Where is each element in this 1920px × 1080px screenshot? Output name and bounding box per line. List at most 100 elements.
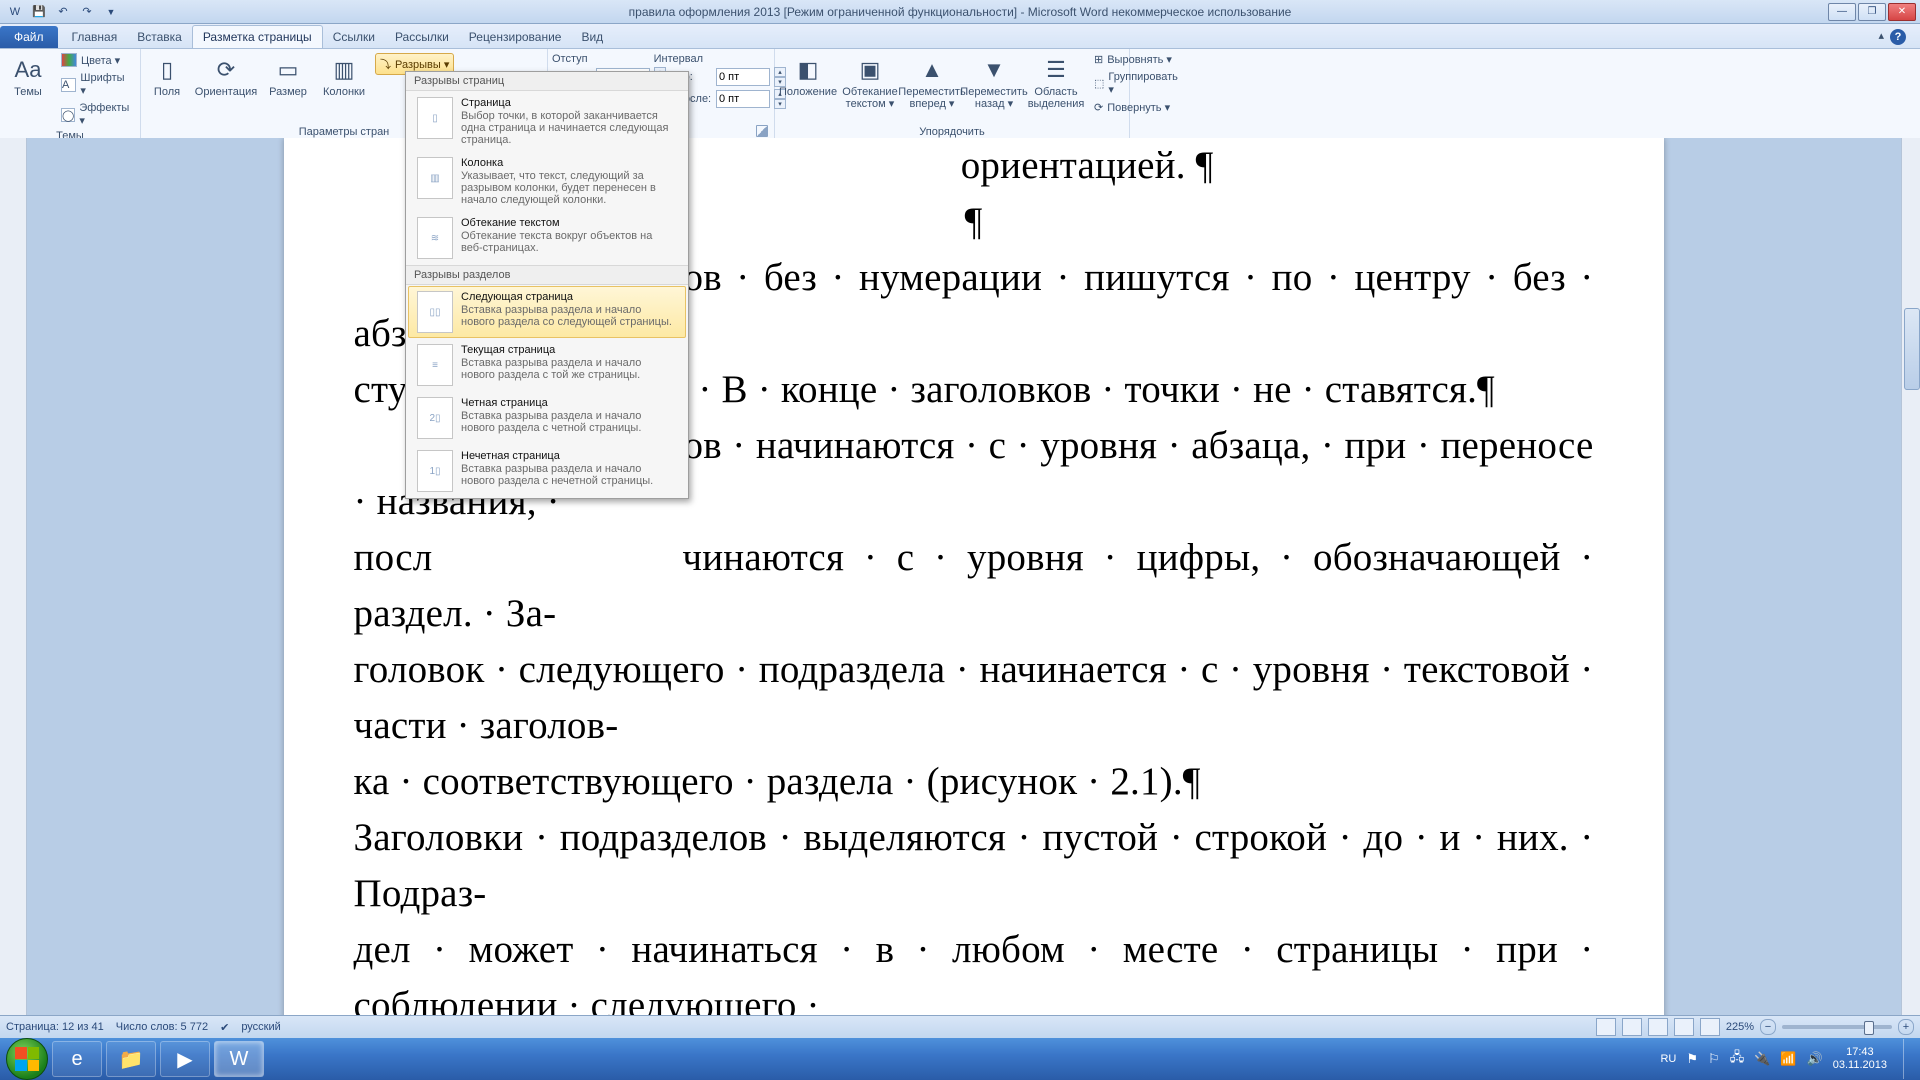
ribbon-tabs: Файл Главная Вставка Разметка страницы С… — [0, 24, 1920, 49]
dd-item-even-page[interactable]: 2▯Четная страницаВставка разрыва раздела… — [408, 392, 686, 444]
odd-page-section-icon: 1▯ — [417, 450, 453, 492]
text-wrap-icon: ≋ — [417, 217, 453, 259]
outline-view-button[interactable] — [1674, 1018, 1694, 1036]
vertical-ruler[interactable] — [0, 138, 27, 1058]
dd-item-column[interactable]: ▥КолонкаУказывает, что текст, следующий … — [408, 152, 686, 211]
dd-item-continuous[interactable]: ≡Текущая страницаВставка разрыва раздела… — [408, 339, 686, 391]
zoom-level[interactable]: 225% — [1726, 1021, 1754, 1033]
draft-view-button[interactable] — [1700, 1018, 1720, 1036]
themes-button[interactable]: AaТемы — [4, 51, 52, 101]
start-button[interactable] — [6, 1038, 48, 1080]
tab-insert[interactable]: Вставка — [127, 26, 192, 48]
window-title: правила оформления 2013 [Режим ограничен… — [0, 5, 1920, 19]
help-icon[interactable]: ? — [1890, 29, 1906, 45]
spacing-header: Интервал — [654, 53, 703, 65]
tray-network-icon[interactable]: 🖧 — [1730, 1048, 1745, 1070]
selection-pane-button[interactable]: ☰Область выделения — [1027, 51, 1085, 113]
doc-line: посл — [354, 536, 433, 579]
proofing-icon[interactable]: ✔ — [220, 1021, 229, 1034]
doc-line: ориентацией. ¶ — [961, 144, 1214, 187]
task-explorer[interactable]: 📁 — [106, 1041, 156, 1077]
dd-header-page-breaks: Разрывы страниц — [406, 72, 688, 91]
show-desktop-button[interactable] — [1903, 1039, 1914, 1079]
zoom-in-button[interactable]: + — [1898, 1019, 1914, 1035]
space-after-input[interactable] — [716, 90, 770, 108]
tray-lang[interactable]: RU — [1660, 1053, 1676, 1065]
window-controls: — ❐ ✕ — [1828, 3, 1916, 21]
title-bar: W 💾 ↶ ↷ ▼ правила оформления 2013 [Режим… — [0, 0, 1920, 24]
save-icon[interactable]: 💾 — [28, 2, 50, 22]
position-button[interactable]: ◧Положение — [779, 51, 837, 101]
rotate-button[interactable]: ⟳Повернуть ▾ — [1089, 99, 1183, 116]
margins-button[interactable]: ▯Поля — [145, 51, 189, 101]
dd-item-odd-page[interactable]: 1▯Нечетная страницаВставка разрыва разде… — [408, 445, 686, 497]
align-icon: ⊞ — [1094, 53, 1103, 66]
indent-header: Отступ — [552, 53, 588, 65]
dd-item-text-wrap[interactable]: ≋Обтекание текстомОбтекание текста вокру… — [408, 212, 686, 264]
status-page[interactable]: Страница: 12 из 41 — [6, 1021, 104, 1033]
doc-line: дел · может · начинаться · в · любом · м… — [354, 928, 1594, 1027]
tab-view[interactable]: Вид — [571, 26, 613, 48]
even-page-section-icon: 2▯ — [417, 397, 453, 439]
size-button[interactable]: ▭Размер — [263, 51, 313, 101]
columns-button[interactable]: ▥Колонки — [317, 51, 371, 101]
doc-line: чинаются · с · уровня · цифры, · обознач… — [354, 536, 1594, 635]
theme-colors-button[interactable]: Цвета ▾ — [56, 51, 136, 69]
minimize-button[interactable]: — — [1828, 3, 1856, 21]
vertical-scrollbar[interactable] — [1901, 138, 1920, 1016]
print-layout-view-button[interactable] — [1596, 1018, 1616, 1036]
tab-review[interactable]: Рецензирование — [459, 26, 572, 48]
web-layout-view-button[interactable] — [1648, 1018, 1668, 1036]
word-icon[interactable]: W — [4, 2, 26, 22]
minimize-ribbon-icon[interactable]: ▴ — [1878, 29, 1884, 45]
breaks-icon: ⤵ — [380, 56, 391, 72]
close-button[interactable]: ✕ — [1888, 3, 1916, 21]
page-break-icon: ▯ — [417, 97, 453, 139]
fullscreen-reading-view-button[interactable] — [1622, 1018, 1642, 1036]
group-arrange-label: Упорядочить — [779, 125, 1125, 139]
task-ie[interactable]: e — [52, 1041, 102, 1077]
status-word-count[interactable]: Число слов: 5 772 — [116, 1021, 208, 1033]
tray-flag-icon[interactable]: ⚑ — [1686, 1051, 1698, 1067]
dd-item-next-page[interactable]: ▯▯Следующая страницаВставка разрыва разд… — [408, 286, 686, 338]
zoom-out-button[interactable]: − — [1760, 1019, 1776, 1035]
dd-item-page[interactable]: ▯СтраницаВыбор точки, в которой заканчив… — [408, 92, 686, 151]
orientation-button[interactable]: ⟳Ориентация — [193, 51, 259, 101]
fonts-icon: A — [61, 78, 76, 92]
breaks-dropdown: Разрывы страниц ▯СтраницаВыбор точки, в … — [405, 71, 689, 499]
undo-icon[interactable]: ↶ — [52, 2, 74, 22]
group-icon: ⬚ — [1094, 77, 1104, 90]
zoom-slider[interactable] — [1782, 1025, 1892, 1029]
restore-button[interactable]: ❐ — [1858, 3, 1886, 21]
tab-mailings[interactable]: Рассылки — [385, 26, 459, 48]
rotate-icon: ⟳ — [1094, 101, 1103, 114]
scrollbar-thumb[interactable] — [1904, 308, 1920, 390]
space-before-input[interactable] — [716, 68, 770, 86]
tab-page-layout[interactable]: Разметка страницы — [192, 25, 323, 48]
align-button[interactable]: ⊞Выровнять ▾ — [1089, 51, 1183, 68]
qat-customize-icon[interactable]: ▼ — [100, 2, 122, 22]
task-media[interactable]: ▶ — [160, 1041, 210, 1077]
status-language[interactable]: русский — [241, 1021, 280, 1033]
tab-file[interactable]: Файл — [0, 26, 58, 48]
tray-action-center-icon[interactable]: ⚐ — [1708, 1051, 1720, 1067]
colors-icon — [61, 53, 77, 67]
tray-wifi-icon[interactable]: 📶 — [1780, 1051, 1796, 1067]
wrap-text-button[interactable]: ▣Обтекание текстом ▾ — [841, 51, 899, 113]
doc-line: головок · следующего · подраздела · начи… — [354, 648, 1594, 747]
tray-power-icon[interactable]: 🔌 — [1754, 1051, 1770, 1067]
tab-references[interactable]: Ссылки — [323, 26, 385, 48]
bring-forward-button[interactable]: ▲Переместить вперед ▾ — [903, 51, 961, 113]
theme-effects-button[interactable]: ◯Эффекты ▾ — [56, 100, 136, 129]
tab-home[interactable]: Главная — [62, 26, 128, 48]
theme-fonts-button[interactable]: AШрифты ▾ — [56, 70, 136, 99]
send-backward-button[interactable]: ▼Переместить назад ▾ — [965, 51, 1023, 113]
effects-icon: ◯ — [61, 108, 75, 122]
themes-label: Темы — [14, 86, 42, 98]
group-button[interactable]: ⬚Группировать ▾ — [1089, 69, 1183, 98]
tray-clock[interactable]: 17:4303.11.2013 — [1833, 1046, 1887, 1072]
tray-volume-icon[interactable]: 🔊 — [1807, 1051, 1823, 1067]
zoom-slider-thumb[interactable] — [1864, 1021, 1874, 1035]
task-word[interactable]: W — [214, 1041, 264, 1077]
redo-icon[interactable]: ↷ — [76, 2, 98, 22]
